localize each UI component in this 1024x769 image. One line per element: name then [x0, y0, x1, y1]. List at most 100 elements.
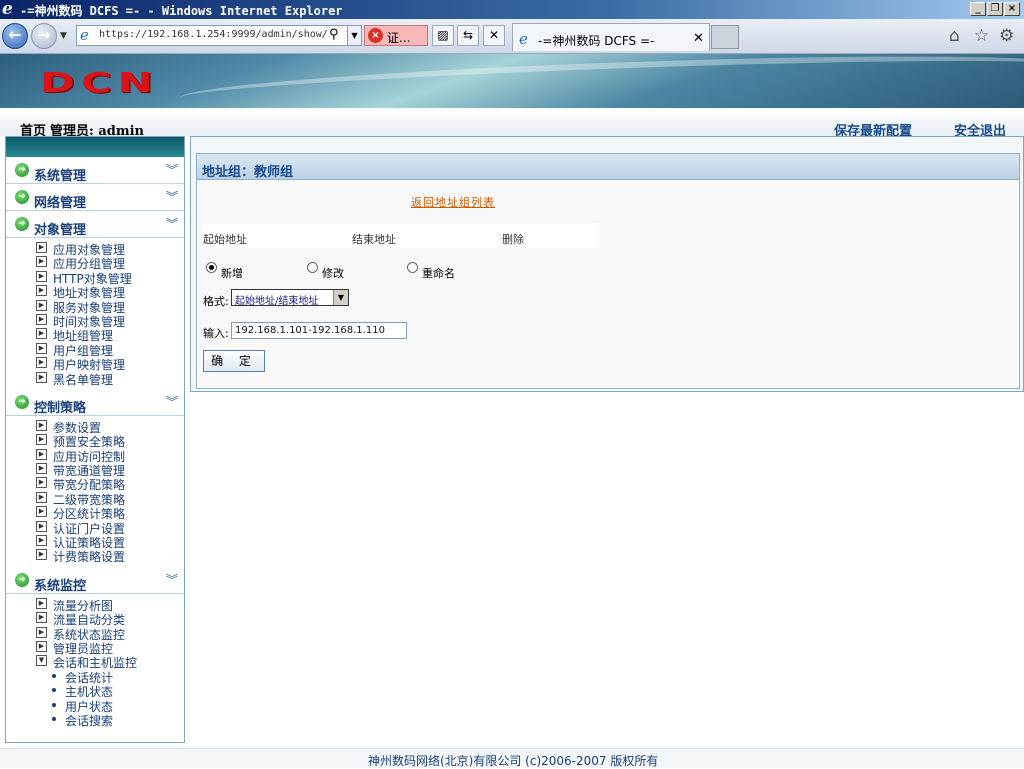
new-tab-button[interactable]	[711, 25, 739, 49]
column-delete: 删除	[502, 233, 524, 246]
expand-box-icon: ▶	[36, 285, 47, 297]
app-banner: DCN	[0, 54, 1024, 108]
maximize-button[interactable]: ❐	[987, 2, 1003, 16]
sidebar-item[interactable]: ▶ 服务对象管理	[6, 299, 184, 315]
back-to-list-link[interactable]: 返回地址组列表	[411, 194, 495, 210]
sidebar-item[interactable]: ▶ 带宽分配策略	[6, 476, 184, 492]
window-title: -=神州数码 DCFS =- - Windows Internet Explor…	[20, 4, 343, 18]
sidebar-item[interactable]: ▶ 应用对象管理	[6, 241, 184, 257]
close-window-button[interactable]: ×	[1004, 2, 1020, 16]
forward-button[interactable]: →	[31, 23, 57, 49]
sidebar-section-system[interactable]: ➜ 系统管理 ︾	[6, 157, 184, 184]
sidebar-item[interactable]: ▶ 认证策略设置	[6, 534, 184, 550]
arrow-circle-icon: ➜	[15, 163, 29, 177]
expand-box-icon: ▶	[36, 612, 47, 624]
radio-button-checked[interactable]	[206, 262, 217, 273]
search-icon[interactable]: ⚲	[329, 27, 339, 42]
sidebar-item[interactable]: ▶ 应用分组管理	[6, 255, 184, 271]
tab-close-icon[interactable]: ✕	[693, 31, 704, 46]
section-label: 控制策略	[34, 400, 87, 416]
expand-box-icon: ▶	[36, 549, 47, 561]
chevron-down-icon[interactable]: ︾	[166, 215, 178, 232]
expand-box-icon: ▶	[36, 463, 47, 475]
section-label: 系统管理	[34, 169, 87, 184]
sidebar-subitem[interactable]: 主机状态	[6, 683, 184, 699]
sidebar-section-network[interactable]: ➜ 网络管理 ︾	[6, 184, 184, 211]
format-select[interactable]: 起始地址/结束地址 ▼	[231, 289, 349, 307]
expand-box-icon: ▶	[36, 640, 47, 652]
back-button[interactable]: ←	[2, 23, 28, 49]
address-dropdown-icon[interactable]: ▼	[347, 26, 361, 45]
sidebar-item[interactable]: ▶ 黑名单管理	[6, 371, 184, 387]
sidebar-section-objects[interactable]: ➜ 对象管理 ︾	[6, 211, 184, 238]
expand-box-icon: ▶	[36, 313, 47, 325]
sidebar-item[interactable]: ▶ 应用访问控制	[6, 448, 184, 464]
chevron-down-icon[interactable]: ︾	[166, 571, 178, 588]
expand-box-icon: ▶	[36, 535, 47, 547]
address-range-input[interactable]: 192.168.1.101-192.168.1.110	[231, 322, 407, 339]
sidebar-item[interactable]: ▶ 计费策略设置	[6, 548, 184, 564]
sidebar-item[interactable]: ▶ 地址对象管理	[6, 284, 184, 300]
bullet-icon	[52, 688, 56, 693]
sidebar-item[interactable]: ▶ 流量分析图	[6, 597, 184, 613]
page-icon: e	[80, 26, 89, 44]
sidebar-section-policy[interactable]: ➜ 控制策略 ︾	[6, 388, 184, 416]
expand-box-icon: ▶	[36, 434, 47, 446]
sidebar-item[interactable]: ▶ 二级带宽策略	[6, 491, 184, 507]
favorites-star-icon[interactable]: ☆	[974, 26, 989, 46]
sidebar-item[interactable]: ▶ HTTP对象管理	[6, 270, 184, 286]
arrow-circle-icon: ➜	[15, 217, 29, 231]
stop-icon[interactable]: ✕	[483, 25, 505, 46]
sidebar-item[interactable]: ▼ 会话和主机监控	[6, 654, 184, 670]
monitor-items: ▶ 流量分析图 ▶ 流量自动分类 ▶ 系统状态监控 ▶ 管理员监控 ▼ 会话和主机监控 会…	[6, 594, 184, 731]
section-label: 对象管理	[34, 223, 87, 238]
ie-logo-icon: e	[2, 0, 13, 19]
select-dropdown-icon[interactable]: ▼	[333, 290, 348, 305]
panel-title: 地址组：教师组	[202, 165, 294, 180]
expand-box-icon: ▶	[36, 477, 47, 489]
sidebar-item[interactable]: ▶ 预置安全策略	[6, 433, 184, 449]
confirm-button[interactable]: 确 定	[203, 350, 265, 372]
sidebar-item[interactable]: ▶ 用户组管理	[6, 342, 184, 358]
sidebar-section-monitor[interactable]: ➜ 系统监控 ︾	[6, 566, 184, 594]
home-icon[interactable]: ⌂	[949, 26, 960, 46]
compatibility-view-icon[interactable]: ▨	[432, 25, 454, 46]
sidebar-item[interactable]: ▶ 流量自动分类	[6, 611, 184, 627]
radio-button[interactable]	[307, 262, 318, 273]
tools-gear-icon[interactable]: ⚙	[999, 26, 1014, 46]
chevron-down-icon[interactable]: ︾	[166, 188, 178, 205]
sidebar-item[interactable]: ▶ 分区统计策略	[6, 505, 184, 521]
sidebar-subitem[interactable]: 会话搜索	[6, 712, 184, 728]
arrow-circle-icon: ➜	[15, 572, 29, 587]
sidebar-item[interactable]: ▶ 用户映射管理	[6, 356, 184, 372]
address-bar[interactable]: e https://192.168.1.254:9999/admin/show/…	[76, 25, 362, 46]
expand-box-icon: ▶	[36, 626, 47, 638]
browser-tab[interactable]: e -=神州数码 DCFS =- ✕	[512, 23, 710, 51]
dcn-logo: DCN	[40, 66, 159, 99]
sidebar-subitem[interactable]: 用户状态	[6, 698, 184, 714]
sidebar-item[interactable]: ▶ 参数设置	[6, 419, 184, 435]
sidebar-item[interactable]: ▶ 时间对象管理	[6, 313, 184, 329]
section-label: 网络管理	[34, 196, 87, 211]
sidebar-item[interactable]: ▶ 系统状态监控	[6, 626, 184, 642]
chevron-down-icon[interactable]: ︾	[166, 393, 178, 410]
window-titlebar[interactable]: e -=神州数码 DCFS =- - Windows Internet Expl…	[0, 0, 1024, 19]
bullet-icon	[52, 716, 56, 721]
expand-box-icon: ▶	[36, 448, 47, 460]
expand-box-icon: ▶	[36, 270, 47, 282]
sidebar-item[interactable]: ▶ 带宽通道管理	[6, 462, 184, 478]
certificate-error-button[interactable]: × 证...	[364, 25, 428, 46]
copyright-text: 神州数码网络(北京)有限公司 (c)2006-2007 版权所有	[368, 754, 659, 768]
refresh-icon[interactable]: ⇆	[457, 25, 479, 46]
error-icon: ×	[368, 28, 383, 43]
radio-button[interactable]	[407, 262, 418, 273]
history-dropdown-icon[interactable]: ▼	[60, 31, 67, 41]
sidebar-item[interactable]: ▶ 认证门户设置	[6, 520, 184, 536]
minimize-button[interactable]: _	[970, 2, 986, 16]
tab-page-icon: e	[519, 30, 528, 48]
url-text[interactable]: https://192.168.1.254:9999/admin/show/	[99, 29, 328, 40]
chevron-down-icon[interactable]: ︾	[166, 161, 178, 178]
sidebar-item[interactable]: ▶ 地址组管理	[6, 327, 184, 343]
sidebar-subitem[interactable]: 会话统计	[6, 669, 184, 685]
sidebar-item[interactable]: ▶ 管理员监控	[6, 640, 184, 656]
